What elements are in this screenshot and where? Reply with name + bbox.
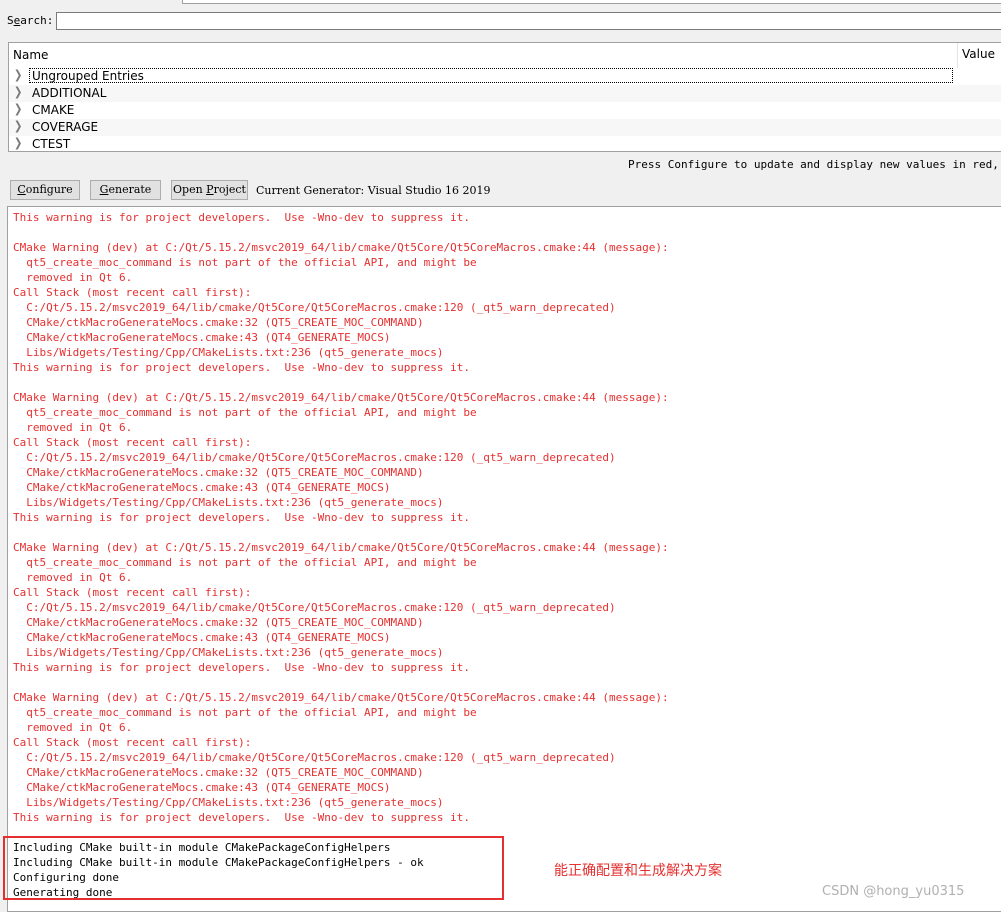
log-line-warning: CMake Warning (dev) at C:/Qt/5.15.2/msvc… — [13, 391, 669, 404]
log-line-warning: Libs/Widgets/Testing/Cpp/CMakeLists.txt:… — [13, 496, 444, 509]
current-generator-label: Current Generator: Visual Studio 16 2019 — [256, 184, 491, 197]
log-line-warning: qt5_create_moc_command is not part of th… — [13, 256, 477, 269]
column-header-name[interactable]: Name — [13, 48, 48, 62]
log-line-warning: CMake/ctkMacroGenerateMocs.cmake:43 (QT4… — [13, 781, 391, 794]
configure-button[interactable]: Configure — [10, 180, 80, 200]
log-line-warning: qt5_create_moc_command is not part of th… — [13, 406, 477, 419]
log-line-warning: C:/Qt/5.15.2/msvc2019_64/lib/cmake/Qt5Co… — [13, 751, 616, 764]
chevron-right-icon[interactable]: ❯ — [14, 103, 22, 116]
tree-row-label: CMAKE — [32, 103, 75, 117]
log-line-warning: This warning is for project developers. … — [13, 661, 470, 674]
log-line-warning: Call Stack (most recent call first): — [13, 736, 252, 749]
log-line-warning: CMake/ctkMacroGenerateMocs.cmake:43 (QT4… — [13, 481, 391, 494]
chevron-right-icon[interactable]: ❯ — [14, 120, 22, 133]
log-line-warning: CMake/ctkMacroGenerateMocs.cmake:32 (QT5… — [13, 766, 424, 779]
log-line-warning: Call Stack (most recent call first): — [13, 586, 252, 599]
cache-tree[interactable]: Name Value ❯ Ungrouped Entries ❯ ADDITIO… — [8, 42, 1001, 152]
tree-row-additional[interactable]: ❯ ADDITIONAL — [9, 85, 1001, 102]
tree-row-ungrouped-entries[interactable]: ❯ Ungrouped Entries — [9, 68, 1001, 85]
tree-row-label: COVERAGE — [32, 120, 99, 134]
chevron-right-icon[interactable]: ❯ — [14, 137, 22, 150]
tree-row-label: CTEST — [32, 137, 71, 151]
tree-row-label: ADDITIONAL — [32, 86, 107, 100]
log-line-status: Generating done — [13, 886, 113, 899]
search-label: Search: — [7, 14, 54, 27]
log-line-warning: CMake/ctkMacroGenerateMocs.cmake:43 (QT4… — [13, 331, 391, 344]
log-line-warning: removed in Qt 6. — [13, 271, 133, 284]
tree-row-label: Ungrouped Entries — [29, 68, 953, 83]
chevron-right-icon[interactable]: ❯ — [14, 69, 22, 82]
output-log[interactable]: This warning is for project developers. … — [7, 206, 1001, 912]
log-line-warning: CMake/ctkMacroGenerateMocs.cmake:32 (QT5… — [13, 316, 424, 329]
configure-hint-text: Press Configure to update and display ne… — [628, 158, 1001, 171]
log-line-warning: CMake/ctkMacroGenerateMocs.cmake:32 (QT5… — [13, 616, 424, 629]
log-line-warning: CMake/ctkMacroGenerateMocs.cmake:32 (QT5… — [13, 466, 424, 479]
log-line-warning: This warning is for project developers. … — [13, 511, 470, 524]
log-text: This warning is for project developers. … — [13, 210, 669, 900]
open-project-button[interactable]: Open Project — [171, 180, 248, 200]
log-line-warning: qt5_create_moc_command is not part of th… — [13, 556, 477, 569]
log-line-warning: Libs/Widgets/Testing/Cpp/CMakeLists.txt:… — [13, 796, 444, 809]
generate-button[interactable]: Generate — [90, 180, 161, 200]
tree-row-ctest[interactable]: ❯ CTEST — [9, 136, 1001, 151]
log-line-warning: Libs/Widgets/Testing/Cpp/CMakeLists.txt:… — [13, 346, 444, 359]
log-line-warning: This warning is for project developers. … — [13, 361, 470, 374]
log-line-warning: CMake Warning (dev) at C:/Qt/5.15.2/msvc… — [13, 541, 669, 554]
watermark: CSDN @hong_yu0315 — [822, 884, 965, 899]
log-line-warning: C:/Qt/5.15.2/msvc2019_64/lib/cmake/Qt5Co… — [13, 301, 616, 314]
top-field-edge — [182, 0, 1001, 4]
log-line-warning: CMake/ctkMacroGenerateMocs.cmake:43 (QT4… — [13, 631, 391, 644]
top-panel-edge — [0, 0, 1001, 6]
chevron-right-icon[interactable]: ❯ — [14, 86, 22, 99]
log-line-warning: qt5_create_moc_command is not part of th… — [13, 706, 477, 719]
column-divider[interactable] — [957, 43, 958, 68]
log-line-warning: CMake Warning (dev) at C:/Qt/5.15.2/msvc… — [13, 241, 669, 254]
log-line-status: Including CMake built-in module CMakePac… — [13, 856, 424, 869]
search-input[interactable] — [56, 12, 1001, 30]
tree-row-coverage[interactable]: ❯ COVERAGE — [9, 119, 1001, 136]
log-line-warning: removed in Qt 6. — [13, 571, 133, 584]
log-line-warning: removed in Qt 6. — [13, 421, 133, 434]
log-line-warning: CMake Warning (dev) at C:/Qt/5.15.2/msvc… — [13, 691, 669, 704]
log-line-warning: C:/Qt/5.15.2/msvc2019_64/lib/cmake/Qt5Co… — [13, 451, 616, 464]
tree-row-cmake[interactable]: ❯ CMAKE — [9, 102, 1001, 119]
log-line-warning: Libs/Widgets/Testing/Cpp/CMakeLists.txt:… — [13, 646, 444, 659]
log-line-warning: Call Stack (most recent call first): — [13, 286, 252, 299]
log-line-status: Configuring done — [13, 871, 119, 884]
log-line-warning: Call Stack (most recent call first): — [13, 436, 252, 449]
log-line-warning: removed in Qt 6. — [13, 721, 133, 734]
annotation-note: 能正确配置和生成解决方案 — [554, 863, 722, 879]
tree-header: Name Value — [9, 43, 1001, 68]
column-header-value[interactable]: Value — [962, 47, 995, 61]
log-line-warning: C:/Qt/5.15.2/msvc2019_64/lib/cmake/Qt5Co… — [13, 601, 616, 614]
log-line-status: Including CMake built-in module CMakePac… — [13, 841, 391, 854]
log-line-warning: This warning is for project developers. … — [13, 211, 470, 224]
log-line-warning: This warning is for project developers. … — [13, 811, 470, 824]
